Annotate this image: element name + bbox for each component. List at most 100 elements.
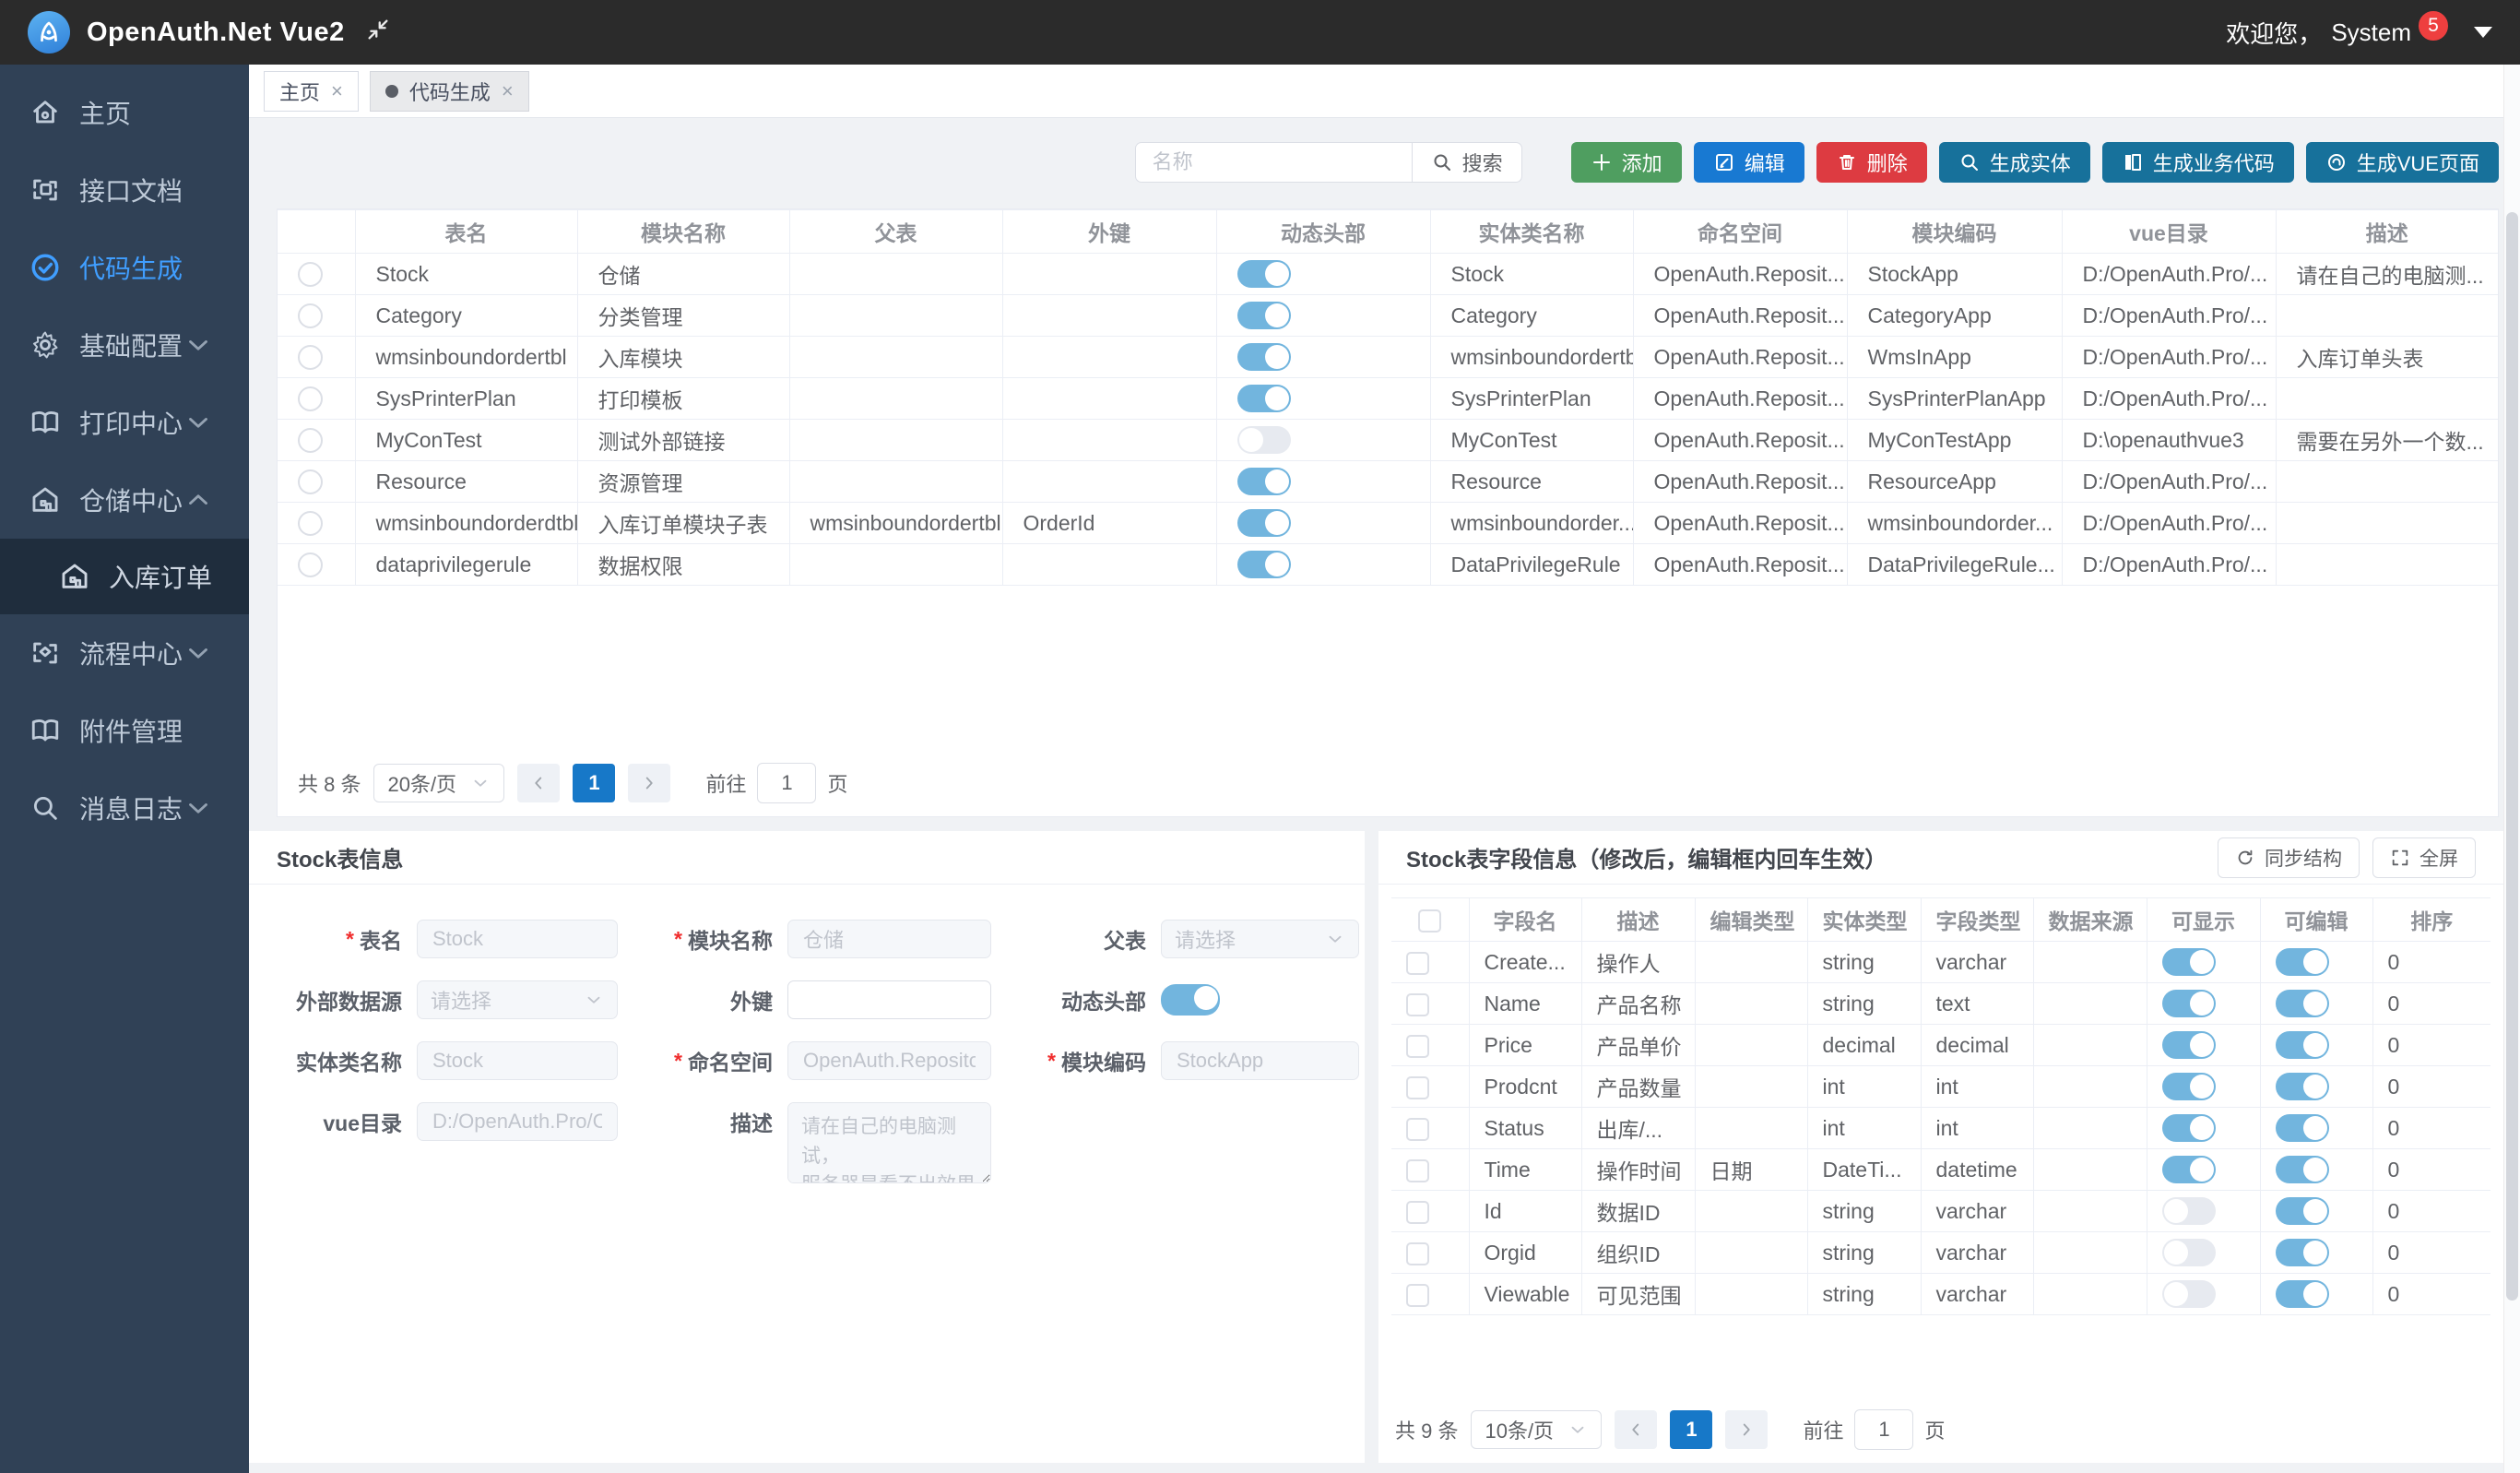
editable-toggle[interactable]	[2276, 948, 2329, 976]
user-menu-caret-icon[interactable]	[2474, 27, 2492, 38]
sidebar-item-api-docs[interactable]: 接口文档	[0, 151, 249, 229]
dynamic-header-toggle[interactable]	[1237, 343, 1291, 371]
goto-page-input[interactable]	[757, 763, 816, 803]
page-number-active[interactable]: 1	[573, 764, 615, 802]
editable-toggle[interactable]	[2276, 1031, 2329, 1059]
visible-toggle[interactable]	[2162, 1197, 2216, 1225]
table-row[interactable]: Resource 资源管理 Resource OpenAuth.Reposit.…	[278, 461, 2498, 503]
sidebar-item-home[interactable]: 主页	[0, 74, 249, 151]
add-button[interactable]: 添加	[1571, 142, 1682, 183]
row-checkbox[interactable]	[1406, 1035, 1429, 1058]
description-field[interactable]: 请在自己的电脑测试， 服务器是看不出效果的	[787, 1102, 991, 1183]
table-row[interactable]: wmsinboundorderdtbl 入库订单模块子表 wmsinboundo…	[278, 503, 2498, 544]
dynamic-header-toggle[interactable]	[1237, 385, 1291, 412]
editable-toggle[interactable]	[2276, 1073, 2329, 1100]
next-page-button[interactable]	[628, 764, 670, 802]
page-size-select[interactable]: 20条/页	[373, 764, 504, 802]
select-all-checkbox[interactable]	[1418, 909, 1441, 933]
generate-entity-button[interactable]: 生成实体	[1939, 142, 2090, 183]
row-radio[interactable]	[298, 386, 323, 411]
collapse-icon[interactable]	[365, 17, 391, 48]
delete-button[interactable]: 删除	[1816, 142, 1927, 183]
search-input[interactable]	[1135, 142, 1412, 183]
dynamic-header-toggle[interactable]	[1237, 426, 1291, 454]
visible-toggle[interactable]	[2162, 1031, 2216, 1059]
field-row[interactable]: Time 操作时间 日期 DateTi... datetime 0	[1391, 1149, 2490, 1191]
row-radio[interactable]	[298, 428, 323, 453]
visible-toggle[interactable]	[2162, 1114, 2216, 1142]
row-radio[interactable]	[298, 552, 323, 577]
table-row[interactable]: Stock 仓储 Stock OpenAuth.Reposit... Stock…	[278, 254, 2498, 295]
row-radio[interactable]	[298, 262, 323, 287]
visible-toggle[interactable]	[2162, 1239, 2216, 1266]
table-row[interactable]: Category 分类管理 Category OpenAuth.Reposit.…	[278, 295, 2498, 337]
sidebar-item-flow-center[interactable]: 流程中心	[0, 614, 249, 692]
sidebar-item-code-gen[interactable]: 代码生成	[0, 229, 249, 306]
row-radio[interactable]	[298, 345, 323, 370]
dynamic-header-toggle[interactable]	[1237, 468, 1291, 495]
sync-structure-button[interactable]: 同步结构	[2218, 837, 2360, 878]
row-checkbox[interactable]	[1406, 1284, 1429, 1307]
ext-source-select[interactable]: 请选择	[417, 980, 618, 1019]
page-number-active[interactable]: 1	[1670, 1410, 1712, 1449]
module-code-field[interactable]	[1161, 1041, 1359, 1080]
field-row[interactable]: Create... 操作人 string varchar 0	[1391, 942, 2490, 983]
editable-toggle[interactable]	[2276, 990, 2329, 1017]
dynamic-header-toggle[interactable]	[1237, 509, 1291, 537]
row-checkbox[interactable]	[1406, 993, 1429, 1016]
next-page-button[interactable]	[1725, 1410, 1768, 1449]
page-scrollbar[interactable]	[2503, 65, 2520, 1473]
sidebar-item-print-center[interactable]: 打印中心	[0, 384, 249, 461]
table-row[interactable]: dataprivilegerule 数据权限 DataPrivilegeRule…	[278, 544, 2498, 586]
close-icon[interactable]: ×	[502, 79, 514, 103]
dynamic-header-form-toggle[interactable]	[1161, 984, 1220, 1016]
row-radio[interactable]	[298, 303, 323, 328]
editable-toggle[interactable]	[2276, 1239, 2329, 1266]
table-name-field[interactable]	[417, 920, 618, 958]
dynamic-header-toggle[interactable]	[1237, 260, 1291, 288]
editable-toggle[interactable]	[2276, 1280, 2329, 1308]
edit-button[interactable]: 编辑	[1694, 142, 1804, 183]
row-checkbox[interactable]	[1406, 1242, 1429, 1265]
editable-toggle[interactable]	[2276, 1197, 2329, 1225]
module-name-field[interactable]	[787, 920, 991, 958]
sidebar-subitem-inbound-order[interactable]: 入库订单	[0, 539, 249, 614]
search-button[interactable]: 搜索	[1412, 142, 1522, 183]
generate-business-code-button[interactable]: 生成业务代码	[2102, 142, 2294, 183]
generate-vue-page-button[interactable]: 生成VUE页面	[2306, 142, 2499, 183]
field-row[interactable]: Id 数据ID string varchar 0	[1391, 1191, 2490, 1232]
visible-toggle[interactable]	[2162, 1280, 2216, 1308]
row-radio[interactable]	[298, 469, 323, 494]
editable-toggle[interactable]	[2276, 1114, 2329, 1142]
sidebar-item-warehouse-center[interactable]: 仓储中心	[0, 461, 249, 539]
visible-toggle[interactable]	[2162, 948, 2216, 976]
vue-dir-field[interactable]	[417, 1102, 618, 1141]
tab-home[interactable]: 主页 ×	[264, 71, 359, 112]
field-row[interactable]: Price 产品单价 decimal decimal 0	[1391, 1025, 2490, 1066]
table-row[interactable]: MyConTest 测试外部链接 MyConTest OpenAuth.Repo…	[278, 420, 2498, 461]
namespace-field[interactable]	[787, 1041, 991, 1080]
field-row[interactable]: Viewable 可见范围 string varchar 0	[1391, 1274, 2490, 1315]
scrollbar-thumb[interactable]	[2506, 212, 2518, 1301]
visible-toggle[interactable]	[2162, 1073, 2216, 1100]
table-row[interactable]: wmsinboundordertbl 入库模块 wmsinboundordert…	[278, 337, 2498, 378]
table-row[interactable]: SysPrinterPlan 打印模板 SysPrinterPlan OpenA…	[278, 378, 2498, 420]
dynamic-header-toggle[interactable]	[1237, 551, 1291, 578]
prev-page-button[interactable]	[1615, 1410, 1657, 1449]
row-checkbox[interactable]	[1406, 952, 1429, 975]
row-checkbox[interactable]	[1406, 1076, 1429, 1099]
sidebar-item-attachments[interactable]: 附件管理	[0, 692, 249, 769]
header-user-area[interactable]: 欢迎您， System 5	[2226, 16, 2492, 50]
row-radio[interactable]	[298, 511, 323, 536]
dynamic-header-toggle[interactable]	[1237, 302, 1291, 329]
field-row[interactable]: Prodcnt 产品数量 int int 0	[1391, 1066, 2490, 1108]
field-row[interactable]: Name 产品名称 string text 0	[1391, 983, 2490, 1025]
visible-toggle[interactable]	[2162, 990, 2216, 1017]
parent-table-select[interactable]: 请选择	[1161, 920, 1359, 958]
tab-code-gen[interactable]: 代码生成 ×	[370, 71, 529, 112]
close-icon[interactable]: ×	[331, 79, 343, 103]
editable-toggle[interactable]	[2276, 1156, 2329, 1183]
visible-toggle[interactable]	[2162, 1156, 2216, 1183]
row-checkbox[interactable]	[1406, 1159, 1429, 1182]
row-checkbox[interactable]	[1406, 1118, 1429, 1141]
